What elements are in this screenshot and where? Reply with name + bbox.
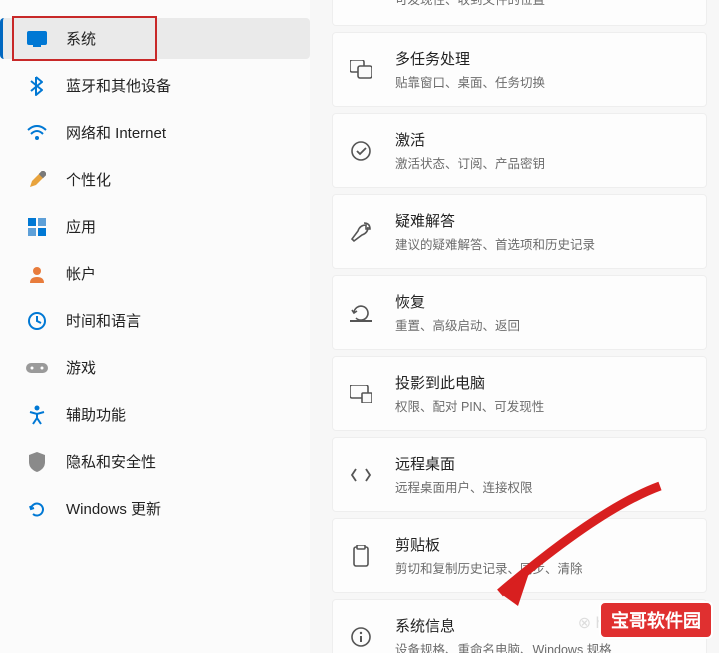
recovery-icon (349, 301, 373, 325)
card-subtitle: 贴靠窗口、桌面、任务切换 (395, 72, 545, 91)
apps-icon (26, 216, 48, 238)
card-title: 激活 (395, 129, 545, 150)
card-clipboard[interactable]: 剪贴板 剪切和复制历史记录、同步、清除 (332, 518, 707, 593)
sidebar-item-gaming[interactable]: 游戏 (0, 347, 310, 388)
card-subtitle: 设备规格、重命名电脑、Windows 规格 (395, 639, 612, 653)
sidebar-item-label: 蓝牙和其他设备 (66, 75, 171, 96)
card-title: 疑难解答 (395, 210, 595, 231)
windows-update-icon (26, 498, 48, 520)
accessibility-icon (26, 404, 48, 426)
activation-icon (349, 139, 373, 163)
clipboard-icon (349, 544, 373, 568)
sidebar-item-label: 应用 (66, 216, 96, 237)
sidebar-item-personalization[interactable]: 个性化 (0, 159, 310, 200)
sidebar-item-label: 隐私和安全性 (66, 451, 156, 472)
sidebar-item-privacy[interactable]: 隐私和安全性 (0, 441, 310, 482)
project-icon (349, 382, 373, 406)
system-icon (26, 28, 48, 50)
card-subtitle: 重置、高级启动、返回 (395, 315, 520, 334)
about-icon (349, 625, 373, 649)
sidebar-item-apps[interactable]: 应用 (0, 206, 310, 247)
card-title: 投影到此电脑 (395, 372, 544, 393)
sidebar-item-accounts[interactable]: 帐户 (0, 253, 310, 294)
privacy-icon (26, 451, 48, 473)
card-activation[interactable]: 激活 激活状态、订阅、产品密钥 (332, 113, 707, 188)
card-subtitle: 激活状态、订阅、产品密钥 (395, 153, 545, 172)
card-subtitle: 建议的疑难解答、首选项和历史记录 (395, 234, 595, 253)
card-subtitle: 远程桌面用户、连接权限 (395, 477, 533, 496)
sidebar-item-label: 游戏 (66, 357, 96, 378)
sidebar-item-time-language[interactable]: 时间和语言 (0, 300, 310, 341)
sidebar-item-label: 辅助功能 (66, 404, 126, 425)
sidebar-item-accessibility[interactable]: 辅助功能 (0, 394, 310, 435)
card-subtitle: 剪切和复制历史记录、同步、清除 (395, 558, 583, 577)
account-icon (26, 263, 48, 285)
gaming-icon (26, 357, 48, 379)
card-title: 远程桌面 (395, 453, 533, 474)
card-nearby-sharing[interactable]: 可发现性、收到文件的位置 (332, 0, 707, 26)
card-title: 多任务处理 (395, 48, 545, 69)
card-subtitle: 可发现性、收到文件的位置 (395, 0, 545, 8)
remote-desktop-icon (349, 463, 373, 487)
sidebar-item-label: 个性化 (66, 169, 111, 190)
sidebar-item-system[interactable]: 系统 (0, 18, 310, 59)
personalization-icon (26, 169, 48, 191)
bluetooth-icon (26, 75, 48, 97)
multitask-icon (349, 58, 373, 82)
sidebar-item-label: 时间和语言 (66, 310, 141, 331)
card-recovery[interactable]: 恢复 重置、高级启动、返回 (332, 275, 707, 350)
card-multitasking[interactable]: 多任务处理 贴靠窗口、桌面、任务切换 (332, 32, 707, 107)
sidebar-item-label: 系统 (66, 28, 96, 49)
sidebar-item-network[interactable]: 网络和 Internet (0, 112, 310, 153)
watermark-badge: 宝哥软件园 (599, 601, 713, 639)
card-title: 恢复 (395, 291, 520, 312)
card-projecting[interactable]: 投影到此电脑 权限、配对 PIN、可发现性 (332, 356, 707, 431)
troubleshoot-icon (349, 220, 373, 244)
card-subtitle: 权限、配对 PIN、可发现性 (395, 396, 544, 415)
nearby-icon (349, 0, 373, 10)
sidebar-item-label: 网络和 Internet (66, 122, 166, 143)
wifi-icon (26, 122, 48, 144)
time-language-icon (26, 310, 48, 332)
card-title: 剪贴板 (395, 534, 583, 555)
sidebar-item-bluetooth[interactable]: 蓝牙和其他设备 (0, 65, 310, 106)
settings-sidebar: 系统 蓝牙和其他设备 网络和 Internet 个性化 应用 (0, 0, 310, 653)
sidebar-item-windows-update[interactable]: Windows 更新 (0, 488, 310, 529)
main-content: 可发现性、收到文件的位置 多任务处理 贴靠窗口、桌面、任务切换 激活 激活状态、… (310, 0, 719, 653)
card-troubleshoot[interactable]: 疑难解答 建议的疑难解答、首选项和历史记录 (332, 194, 707, 269)
card-remote-desktop[interactable]: 远程桌面 远程桌面用户、连接权限 (332, 437, 707, 512)
sidebar-item-label: 帐户 (66, 263, 96, 284)
sidebar-item-label: Windows 更新 (66, 498, 161, 519)
